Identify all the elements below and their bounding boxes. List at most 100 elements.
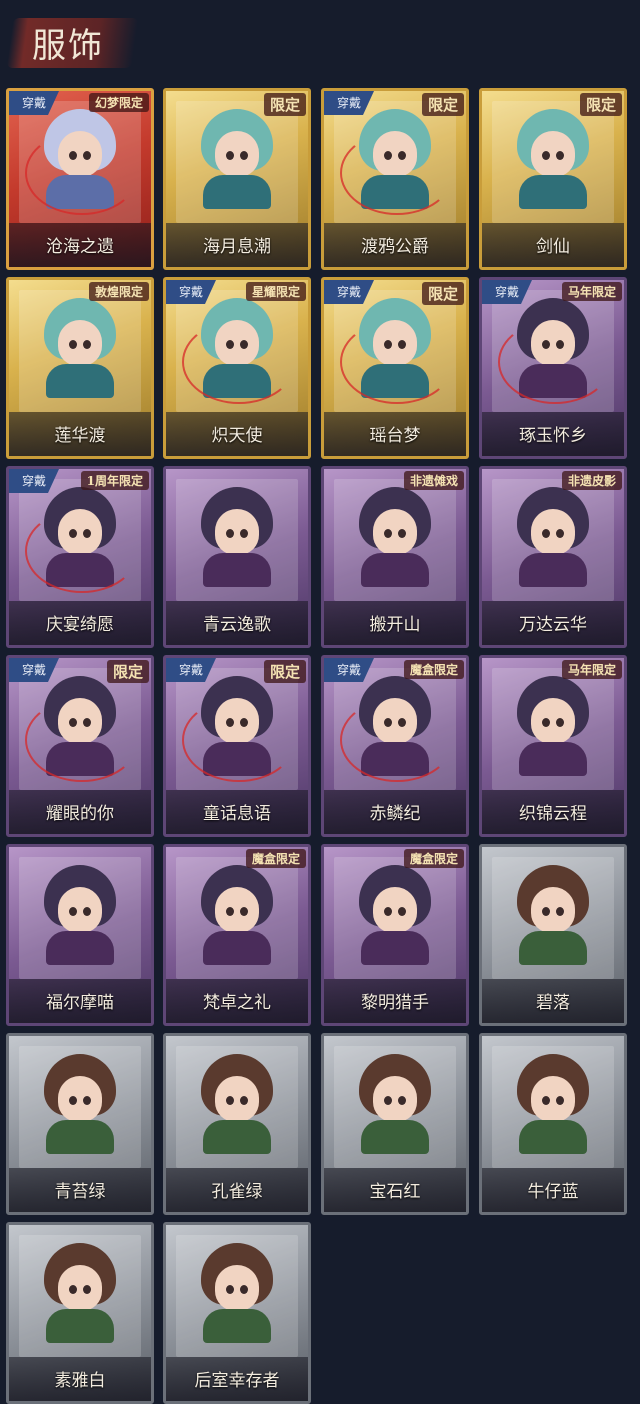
outfit-portrait: [195, 1243, 279, 1343]
outfit-portrait: [511, 487, 595, 587]
outfit-card[interactable]: 剑仙 限定: [479, 88, 627, 270]
portrait-eye: [69, 1285, 77, 1294]
outfit-card[interactable]: 瑶台梦 穿戴 限定: [321, 277, 469, 459]
outfit-card[interactable]: 琢玉怀乡 穿戴 马年限定: [479, 277, 627, 459]
limited-tag: 限定: [106, 660, 149, 683]
portrait-eye: [384, 1096, 392, 1105]
outfit-card[interactable]: 福尔摩喵: [6, 844, 154, 1026]
page-title: 服饰: [32, 26, 104, 66]
outfit-name: 素雅白: [54, 1371, 106, 1391]
portrait-face: [531, 1076, 575, 1122]
outfit-portrait: [38, 298, 122, 398]
outfit-card[interactable]: 孔雀绿: [163, 1033, 311, 1215]
portrait-eye: [556, 718, 564, 727]
limited-tag: 限定: [263, 93, 306, 116]
outfit-card[interactable]: 黎明猎手 魔盒限定: [321, 844, 469, 1026]
portrait-face: [531, 887, 575, 933]
portrait-eye: [240, 907, 248, 916]
outfit-card[interactable]: 素雅白: [6, 1222, 154, 1404]
outfit-portrait: [38, 865, 122, 965]
portrait-eye: [542, 718, 550, 727]
portrait-eye: [556, 1096, 564, 1105]
outfit-card[interactable]: 渡鸦公爵 穿戴 限定: [321, 88, 469, 270]
portrait-face: [215, 887, 259, 933]
portrait-eye: [83, 1096, 91, 1105]
limited-tag: 敦煌限定: [88, 282, 149, 301]
portrait-face: [58, 1076, 102, 1122]
outfit-portrait: [511, 109, 595, 209]
outfit-portrait: [195, 865, 279, 965]
outfit-card[interactable]: 耀眼的你 穿戴 限定: [6, 655, 154, 837]
outfit-card[interactable]: 碧落: [479, 844, 627, 1026]
portrait-face: [373, 887, 417, 933]
outfit-card[interactable]: 梵卓之礼 魔盒限定: [163, 844, 311, 1026]
outfit-name: 牛仔蓝: [527, 1182, 579, 1202]
portrait-body: [46, 931, 114, 965]
outfit-card[interactable]: 莲华渡 敦煌限定: [6, 277, 154, 459]
portrait-body: [519, 175, 587, 209]
outfit-name: 搬开山: [369, 615, 421, 635]
outfit-name: 梵卓之礼: [203, 993, 271, 1013]
portrait-body: [519, 742, 587, 776]
outfit-name: 黎明猎手: [361, 993, 429, 1013]
portrait-eye: [240, 1096, 248, 1105]
equipped-ring-decoration: [25, 131, 139, 215]
outfit-name: 沧海之遗: [46, 237, 114, 257]
outfit-portrait: [353, 487, 437, 587]
outfit-card[interactable]: 牛仔蓝: [479, 1033, 627, 1215]
equipped-ring-decoration: [182, 698, 296, 782]
outfit-card[interactable]: 炽天使 穿戴 星耀限定: [163, 277, 311, 459]
outfit-portrait: [195, 109, 279, 209]
outfit-card[interactable]: 沧海之遗 穿戴 幻梦限定: [6, 88, 154, 270]
outfit-card[interactable]: 青云逸歌: [163, 466, 311, 648]
outfit-card[interactable]: 童话息语 穿戴 限定: [163, 655, 311, 837]
outfit-card[interactable]: 宝石红: [321, 1033, 469, 1215]
portrait-face: [215, 131, 259, 177]
limited-tag: 马年限定: [561, 282, 622, 301]
limited-tag: 非遗傩戏: [403, 471, 464, 490]
outfit-card[interactable]: 青苔绿: [6, 1033, 154, 1215]
portrait-body: [519, 553, 587, 587]
limited-tag: 限定: [579, 93, 622, 116]
portrait-eye: [556, 529, 564, 538]
equipped-ring-decoration: [25, 698, 139, 782]
outfit-name: 宝石红: [369, 1182, 421, 1202]
outfit-name: 瑶台梦: [369, 426, 421, 446]
outfit-name: 耀眼的你: [46, 804, 114, 824]
limited-tag: 星耀限定: [245, 282, 306, 301]
portrait-body: [46, 1309, 114, 1343]
portrait-eye: [69, 907, 77, 916]
outfit-card[interactable]: 织锦云程 马年限定: [479, 655, 627, 837]
limited-tag: 魔盒限定: [403, 849, 464, 868]
portrait-face: [215, 1076, 259, 1122]
outfit-card[interactable]: 万达云华 非遗皮影: [479, 466, 627, 648]
outfit-card[interactable]: 后室幸存者: [163, 1222, 311, 1404]
outfit-portrait: [353, 865, 437, 965]
outfit-card[interactable]: 搬开山 非遗傩戏: [321, 466, 469, 648]
portrait-eye: [226, 907, 234, 916]
outfit-name: 青苔绿: [54, 1182, 106, 1202]
outfit-card[interactable]: 海月息潮 限定: [163, 88, 311, 270]
outfit-name: 琢玉怀乡: [519, 426, 587, 446]
limited-tag: 幻梦限定: [88, 93, 149, 112]
outfit-name: 剑仙: [536, 237, 570, 257]
portrait-body: [519, 931, 587, 965]
outfit-name: 庆宴绮愿: [46, 615, 114, 635]
portrait-eye: [226, 1096, 234, 1105]
outfit-portrait: [195, 1054, 279, 1154]
equipped-ring-decoration: [340, 131, 454, 215]
portrait-body: [361, 931, 429, 965]
outfit-card[interactable]: 赤鳞纪 穿戴 魔盒限定: [321, 655, 469, 837]
portrait-face: [215, 509, 259, 555]
outfit-name: 莲华渡: [54, 426, 106, 446]
outfit-portrait: [511, 865, 595, 965]
portrait-body: [361, 553, 429, 587]
outfit-name: 福尔摩喵: [46, 993, 114, 1013]
portrait-eye: [226, 1285, 234, 1294]
outfit-card[interactable]: 庆宴绮愿 穿戴 1周年限定: [6, 466, 154, 648]
equipped-ring-decoration: [25, 509, 139, 593]
portrait-eye: [542, 1096, 550, 1105]
equipped-ring-decoration: [182, 320, 296, 404]
outfit-name: 童话息语: [203, 804, 271, 824]
outfit-portrait: [195, 487, 279, 587]
